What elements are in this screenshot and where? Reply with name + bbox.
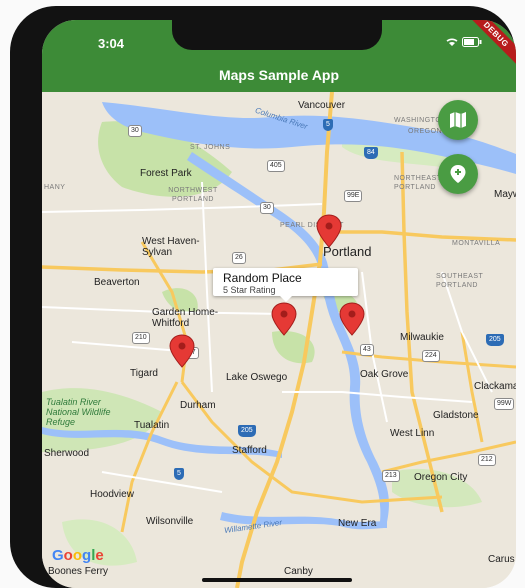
map-icon <box>450 112 466 128</box>
google-map[interactable]: Vancouver Portland Forest Park West Have… <box>42 92 516 588</box>
map-label-gladstone: Gladstone <box>433 410 479 421</box>
map-label-hoodview: Hoodview <box>90 489 134 500</box>
marker-pearl-district[interactable] <box>315 214 343 248</box>
wifi-icon <box>445 36 462 50</box>
app-bar: 3:04 DEBUG Maps Sample App <box>42 20 516 92</box>
map-label-lake-oswego: Lake Oswego <box>226 372 288 383</box>
map-label-new-era: New Era <box>338 518 377 529</box>
highway-shield-i205b: 205 <box>238 425 256 437</box>
map-label-vancouver: Vancouver <box>298 100 346 111</box>
status-time: 3:04 <box>98 36 125 51</box>
highway-shield-i5b: 5 <box>174 468 184 480</box>
highway-shield-30b: 30 <box>260 202 274 214</box>
map-type-button[interactable] <box>438 100 478 140</box>
map-label-hany: HANY <box>44 184 66 191</box>
map-pin-icon <box>169 334 195 368</box>
highway-shield-i84: 84 <box>364 147 378 159</box>
phone-frame: Vancouver Portland Forest Park West Have… <box>10 6 516 588</box>
marker-milwaukie[interactable] <box>338 302 366 336</box>
map-label-milwaukie: Milwaukie <box>400 332 444 343</box>
status-icons <box>445 36 482 50</box>
map-label-oregon: OREGON <box>408 128 443 135</box>
highway-shield-i5: 5 <box>323 119 333 131</box>
map-label-tualatin: Tualatin <box>134 420 170 431</box>
map-label-west-haven-sylvan: West Haven-Sylvan <box>142 236 200 258</box>
highway-shield-405: 405 <box>267 160 285 172</box>
map-label-carus: Carus <box>488 554 515 565</box>
map-label-nw-portland: NORTHWEST PORTLAND <box>168 187 218 203</box>
map-label-montavilla: MONTAVILLA <box>452 240 501 247</box>
map-pin-icon <box>339 302 365 336</box>
app-title: Maps Sample App <box>218 67 340 83</box>
highway-shield-i205: 205 <box>486 334 504 346</box>
info-window-snippet: 5 Star Rating <box>223 285 276 295</box>
highway-shield-99w: 99W <box>494 398 515 410</box>
marker-portland-south[interactable] <box>270 302 298 336</box>
home-indicator[interactable] <box>202 578 352 582</box>
app-screen: Vancouver Portland Forest Park West Have… <box>42 20 516 588</box>
map-label-oregon-city: Oregon City <box>414 472 468 483</box>
map-label-se-portland: SOUTHEAST PORTLAND <box>436 273 484 289</box>
map-pin-icon <box>316 214 342 248</box>
highway-shield-43: 43 <box>360 344 374 356</box>
map-label-durham: Durham <box>180 400 216 411</box>
battery-icon <box>462 36 482 50</box>
add-marker-button[interactable] <box>438 154 478 194</box>
map-label-stafford: Stafford <box>232 445 267 456</box>
map-label-west-linn: West Linn <box>390 428 435 439</box>
highway-shield-99e: 99E <box>344 190 363 202</box>
map-label-canby: Canby <box>284 566 313 577</box>
map-label-boones-ferry: Boones Ferry <box>48 566 109 577</box>
google-logo: Google <box>52 547 104 564</box>
map-label-clackamas: Clackamas <box>474 381 516 392</box>
phone-notch <box>172 20 382 50</box>
map-label-sherwood: Sherwood <box>44 448 90 459</box>
map-label-tigard: Tigard <box>130 368 158 379</box>
map-label-maywood-park: Maywood Park <box>494 189 516 200</box>
highway-shield-212: 212 <box>478 454 496 466</box>
map-pin-icon <box>271 302 297 336</box>
map-label-wilsonville: Wilsonville <box>146 516 194 527</box>
map-label-garden-home: Garden Home-Whitford <box>152 307 219 329</box>
highway-shield-26: 26 <box>232 252 246 264</box>
info-window-title: Random Place <box>223 271 302 285</box>
map-label-oak-grove: Oak Grove <box>360 369 409 380</box>
highway-shield-224: 224 <box>422 350 440 362</box>
highway-shield-30: 30 <box>128 125 142 137</box>
map-label-st-johns: ST. JOHNS <box>190 144 231 151</box>
highway-shield-213: 213 <box>382 470 400 482</box>
highway-shield-210: 210 <box>132 332 150 344</box>
marker-tigard[interactable] <box>168 334 196 368</box>
map-label-forest-park: Forest Park <box>140 168 192 179</box>
add-location-icon <box>450 165 466 183</box>
map-label-beaverton: Beaverton <box>94 277 140 288</box>
marker-info-window[interactable]: Random Place 5 Star Rating <box>213 268 358 296</box>
map-label-wildlife-refuge: Tualatin River National Wildlife Refuge <box>46 397 111 427</box>
